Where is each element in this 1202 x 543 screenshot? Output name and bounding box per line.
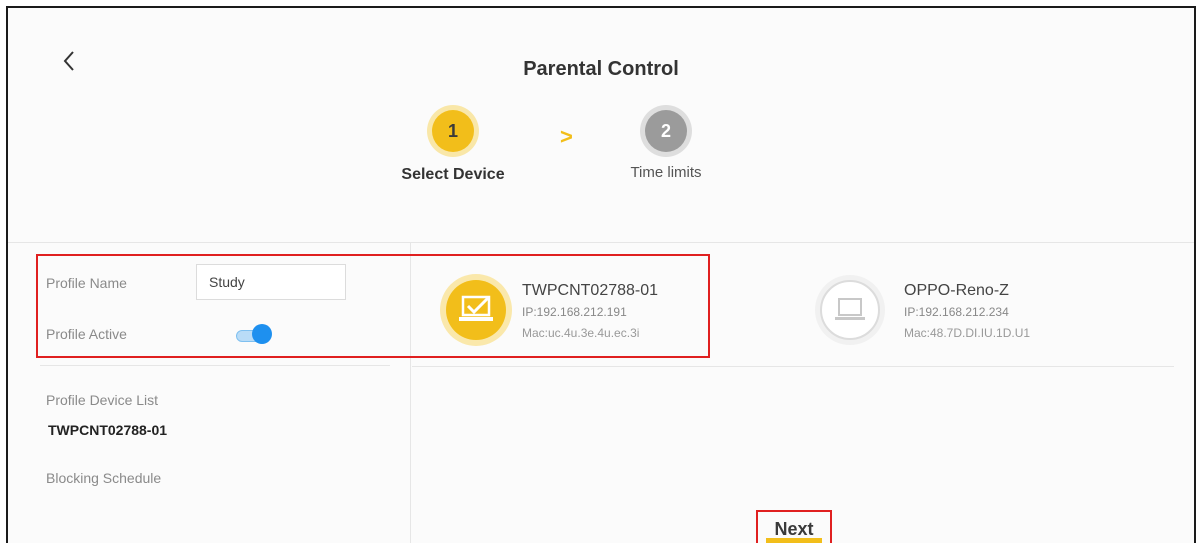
laptop-check-icon [446,280,506,340]
step-label: Time limits [630,164,702,181]
step-select-device: 1 Select Device [378,110,528,184]
step-label: Select Device [401,166,505,183]
next-button-label: Next [774,519,814,539]
step-separator-arrow: > [560,124,573,149]
toggle-knob [252,324,272,344]
blocking-schedule-label[interactable]: Blocking Schedule [46,470,161,486]
device-mac: Mac:uc.4u.3e.4u.ec.3i [522,326,640,340]
device-name: OPPO-Reno-Z [904,282,1009,299]
next-button[interactable]: Next [756,510,832,543]
divider [412,366,1174,367]
device-mac: Mac:48.7D.DI.IU.1D.U1 [904,326,1031,340]
step-number-badge: 1 [432,110,474,152]
profile-active-toggle[interactable] [236,324,272,344]
step-number-badge: 2 [645,110,687,152]
profile-device-list-label: Profile Device List [46,392,159,408]
profile-name-label: Profile Name [46,275,127,291]
profile-device-list-value: TWPCNT02788-01 [48,422,168,438]
profile-active-label: Profile Active [46,326,127,342]
divider [40,365,390,366]
divider [8,242,1194,243]
step-time-limits: 2 Time limits [606,110,726,181]
profile-name-input[interactable] [196,264,346,300]
column-divider [410,242,411,543]
laptop-icon [820,280,880,340]
device-ip: IP:192.168.212.234 [904,305,1009,319]
page-title: Parental Control [523,58,679,80]
device-ip: IP:192.168.212.191 [522,305,627,319]
device-name: TWPCNT02788-01 [522,282,659,299]
main-panel [6,6,1196,543]
